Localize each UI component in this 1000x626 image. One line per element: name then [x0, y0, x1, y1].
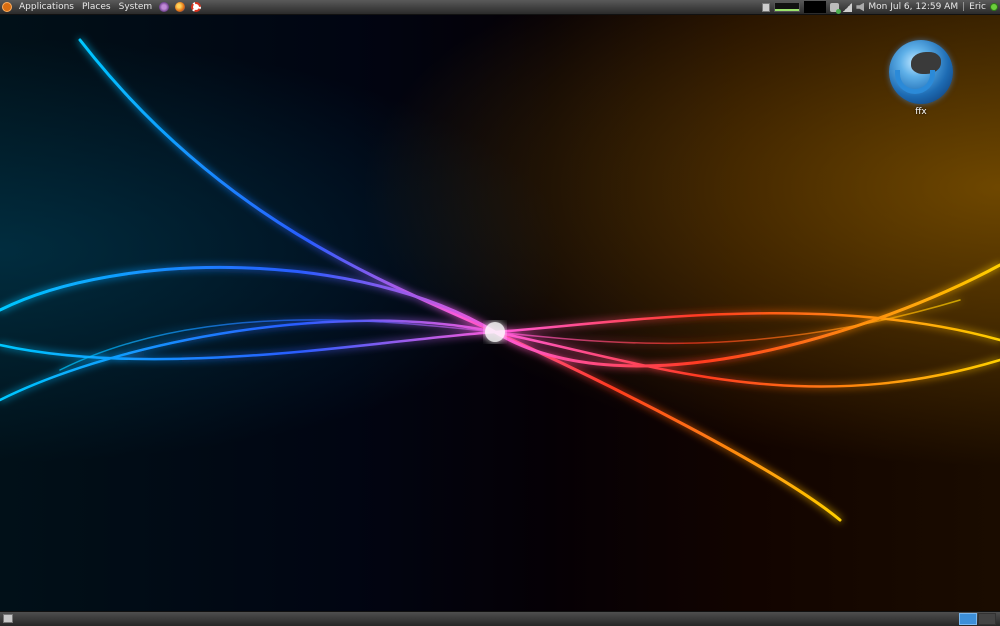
- lifebuoy-launcher-icon[interactable]: [191, 2, 202, 12]
- bottom-panel: [0, 611, 1000, 626]
- user-menu[interactable]: Eric: [969, 0, 986, 14]
- clock[interactable]: Mon Jul 6, 12:59 AM: [868, 0, 958, 14]
- light-streaks: [0, 38, 1000, 522]
- places-menu[interactable]: Places: [81, 0, 112, 14]
- notes-applet-icon[interactable]: [762, 2, 771, 12]
- desktop-icon-label: ffx: [915, 107, 927, 117]
- signal-strength-icon[interactable]: [843, 2, 853, 12]
- tray-blank-area: [804, 1, 827, 13]
- workspace-switcher: [959, 613, 996, 625]
- system-monitor-graph[interactable]: [774, 2, 801, 12]
- desktop-icon-ffx[interactable]: ffx: [884, 40, 958, 117]
- show-desktop-icon[interactable]: [3, 614, 13, 623]
- firefox-launcher-icon[interactable]: [175, 2, 186, 12]
- help-launcher-icon[interactable]: [159, 2, 170, 12]
- network-manager-icon[interactable]: [830, 2, 842, 14]
- ubuntu-logo-icon[interactable]: [2, 2, 12, 12]
- top-panel: Applications Places System Mon Jul 6, 12…: [0, 0, 1000, 15]
- system-menu[interactable]: System: [118, 0, 154, 14]
- workspace-2[interactable]: [978, 613, 996, 625]
- applications-menu[interactable]: Applications: [18, 0, 75, 14]
- session-status-icon[interactable]: [990, 3, 998, 11]
- separator: |: [962, 2, 966, 12]
- desktop-wallpaper: [0, 0, 1000, 625]
- top-panel-left: Applications Places System: [2, 0, 202, 14]
- workspace-1[interactable]: [959, 613, 977, 625]
- volume-icon[interactable]: [856, 2, 865, 12]
- firefox-icon: [889, 40, 953, 104]
- top-panel-right: Mon Jul 6, 12:59 AM | Eric: [762, 0, 998, 14]
